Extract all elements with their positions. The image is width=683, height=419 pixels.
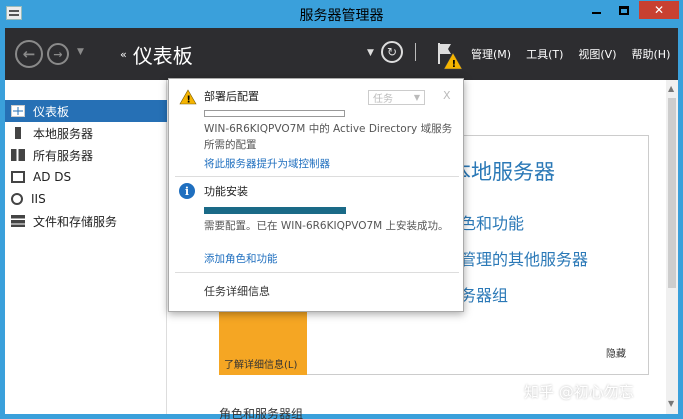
notifications-flag-button[interactable]: ! <box>433 40 463 70</box>
adds-icon <box>11 171 25 183</box>
task-details-link[interactable]: 任务详细信息 <box>204 283 270 299</box>
menu-view[interactable]: 视图(V) <box>578 46 616 62</box>
file-storage-icon <box>11 215 25 227</box>
sidebar-item-file-storage[interactable]: 文件和存储服务 <box>5 210 167 232</box>
promote-domain-controller-link[interactable]: 将此服务器提升为域控制器 <box>204 156 330 171</box>
title-bar: 服务器管理器 ✕ <box>0 0 683 28</box>
task-dropdown-label: 任务 <box>373 94 393 105</box>
chevron-down-icon: ▼ <box>413 93 420 102</box>
sidebar: 仪表板 本地服务器 所有服务器 AD DS IIS 文件和存储服务 <box>5 80 167 414</box>
add-roles-link[interactable]: 色和功能 <box>460 210 524 234</box>
window-controls: ✕ <box>583 1 679 19</box>
popup-divider <box>175 272 459 273</box>
sidebar-item-local-server[interactable]: 本地服务器 <box>5 122 167 144</box>
svg-text:!: ! <box>186 95 191 106</box>
popup-divider <box>175 176 459 177</box>
learn-more-link[interactable]: 了解详细信息(L) <box>224 356 297 371</box>
refresh-dropdown-icon[interactable]: ▼ <box>367 48 374 58</box>
roles-section-heading: 角色和服务器组 <box>219 407 304 419</box>
feature-install-message: 需要配置。已在 WIN-6R6KIQPVO7M 上安装成功。 <box>204 220 449 232</box>
sidebar-item-iis[interactable]: IIS <box>5 188 167 210</box>
menu-help[interactable]: 帮助(H) <box>632 46 671 62</box>
minimize-icon <box>591 12 601 14</box>
notifications-popup: ! 部署后配置 任务 ▼ X WIN-6R6KIQPVO7M 中的 Active… <box>168 78 464 312</box>
dashboard-icon <box>11 105 25 117</box>
hide-link[interactable]: 隐藏 <box>606 345 626 360</box>
sidebar-item-label: 文件和存储服务 <box>33 214 118 229</box>
sidebar-item-label: 本地服务器 <box>33 126 94 141</box>
warning-icon: ! <box>179 89 197 105</box>
create-server-group-link[interactable]: 务器组 <box>460 282 508 306</box>
menu-tools[interactable]: 工具(T) <box>526 46 563 62</box>
scroll-thumb[interactable] <box>668 98 676 288</box>
refresh-icon: ↻ <box>386 45 398 59</box>
history-dropdown-icon[interactable]: ▼ <box>77 47 84 57</box>
feature-install-progress-bar <box>204 207 346 214</box>
refresh-button[interactable]: ↻ <box>381 41 403 63</box>
menu-manage[interactable]: 管理(M) <box>471 46 511 62</box>
configure-local-server-heading[interactable]: 本地服务器 <box>450 156 555 186</box>
servers-icon <box>11 149 25 161</box>
breadcrumb: ‹‹ 仪表板 <box>120 40 193 69</box>
menu-bar: 管理(M) 工具(T) 视图(V) 帮助(H) <box>471 46 670 62</box>
breadcrumb-chevron-icon: ‹‹ <box>120 48 127 61</box>
sidebar-item-label: 仪表板 <box>33 104 70 119</box>
add-roles-features-link[interactable]: 添加角色和功能 <box>204 251 278 266</box>
scroll-up-icon[interactable]: ▲ <box>668 84 674 93</box>
vertical-scrollbar[interactable]: ▲ ▼ <box>666 80 678 414</box>
post-deploy-progress-bar <box>204 110 345 117</box>
sidebar-item-label: 所有服务器 <box>33 148 94 163</box>
minimize-button[interactable] <box>583 1 609 19</box>
post-deploy-title: 部署后配置 <box>204 90 259 103</box>
close-icon: ✕ <box>653 3 665 17</box>
watermark: 知乎 @初心勿忘 <box>524 383 634 401</box>
feature-install-title: 功能安装 <box>204 185 248 198</box>
sidebar-item-dashboard[interactable]: 仪表板 <box>5 100 167 122</box>
forward-button[interactable]: → <box>47 43 69 65</box>
maximize-icon <box>619 5 629 15</box>
server-icon <box>15 127 21 139</box>
task-dropdown[interactable]: 任务 ▼ <box>368 90 425 105</box>
add-other-servers-link[interactable]: 管理的其他服务器 <box>460 246 588 270</box>
navigation-bar: ← → ▼ ‹‹ 仪表板 ▼ ↻ ! 管理(M) 工具(T) 视图(V) 帮助(… <box>5 28 678 80</box>
sidebar-item-label: IIS <box>31 192 46 206</box>
scroll-down-icon[interactable]: ▼ <box>668 399 674 408</box>
forward-arrow-icon: → <box>53 47 63 61</box>
toolbar-separator <box>415 43 416 61</box>
back-arrow-icon: ← <box>22 45 36 63</box>
sidebar-item-label: AD DS <box>33 170 72 184</box>
close-button[interactable]: ✕ <box>639 1 679 19</box>
dismiss-notification-button[interactable]: X <box>443 89 451 102</box>
maximize-button[interactable] <box>611 1 637 19</box>
post-deploy-message: WIN-6R6KIQPVO7M 中的 Active Directory 域服务所… <box>204 123 453 151</box>
window-title: 服务器管理器 <box>299 8 384 24</box>
back-button[interactable]: ← <box>15 40 43 68</box>
info-icon: i <box>179 183 195 199</box>
sidebar-item-adds[interactable]: AD DS <box>5 166 167 188</box>
svg-text:!: ! <box>452 59 457 70</box>
page-title: 仪表板 <box>132 44 193 68</box>
iis-icon <box>11 193 23 205</box>
sidebar-item-all-servers[interactable]: 所有服务器 <box>5 144 167 166</box>
